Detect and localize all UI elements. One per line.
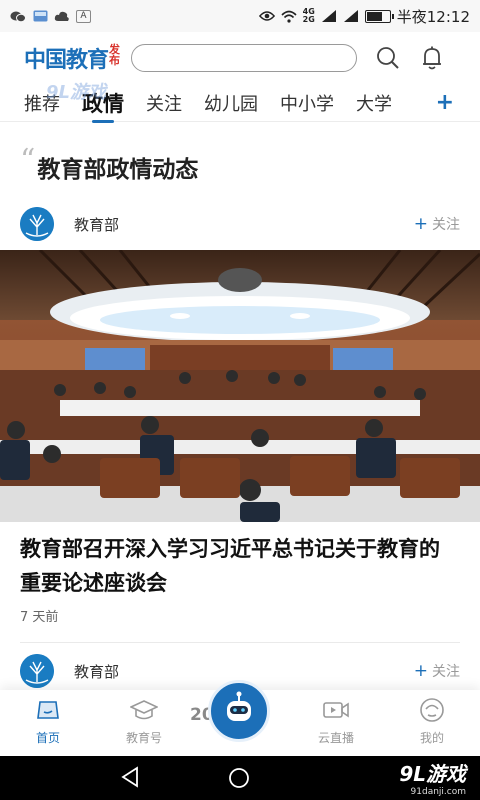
app-screen: A 4G 2G 半夜12:12 中国教育 发布 推荐 政情 关注 幼儿园 中小学…	[0, 0, 480, 800]
logo-sub-text: 发布	[109, 43, 121, 67]
cloud-icon	[54, 10, 70, 22]
video-icon	[322, 697, 350, 723]
nav-label: 我的	[419, 731, 444, 745]
nav-me[interactable]: 我的	[384, 690, 480, 756]
divider	[20, 642, 460, 643]
network-type: 4G 2G	[302, 7, 315, 24]
clock: 半夜12:12	[396, 7, 470, 26]
follow-label: 关注	[432, 217, 460, 233]
battery-icon	[364, 9, 394, 23]
watermark-site: 9L游戏 91danji.com	[399, 762, 466, 797]
nav-edu-accounts[interactable]: 教育号	[96, 690, 192, 756]
avatar[interactable]	[20, 654, 54, 688]
author-row[interactable]: 教育部 + 关注	[20, 206, 460, 242]
robot-icon	[219, 689, 259, 733]
quote-icon: “	[20, 143, 36, 178]
home-icon	[34, 697, 62, 723]
app-header: 中国教育 发布	[0, 32, 480, 84]
wifi-icon	[281, 10, 297, 23]
section-header: “ 教育部政情动态	[20, 143, 199, 184]
notification-badge: A	[76, 9, 91, 23]
wechat-icon	[10, 10, 26, 22]
system-nav-bar: 9L游戏 91danji.com	[0, 756, 480, 800]
nav-home[interactable]: 首页	[0, 690, 96, 756]
tab-following[interactable]: 关注	[146, 90, 182, 116]
plus-icon: +	[413, 661, 428, 681]
nav-label: 教育号	[125, 731, 162, 745]
person-icon	[418, 697, 446, 723]
search-icon[interactable]	[375, 45, 401, 71]
author-name[interactable]: 教育部	[74, 214, 119, 235]
add-tab-icon[interactable]: +	[436, 90, 454, 115]
nav-label: 云直播	[317, 731, 354, 745]
follow-label: 关注	[432, 664, 460, 680]
section-title: 教育部政情动态	[37, 156, 199, 183]
nav-live[interactable]: 云直播	[288, 690, 384, 756]
tab-kindergarten[interactable]: 幼儿园	[204, 90, 258, 116]
avatar[interactable]	[20, 207, 54, 241]
gallery-icon	[32, 10, 48, 22]
article-title[interactable]: 教育部召开深入学习习近平总书记关于教育的重要论述座谈会	[20, 532, 460, 600]
nav-label: 首页	[35, 731, 60, 745]
bell-icon[interactable]	[419, 45, 445, 71]
home-button-icon[interactable]	[228, 767, 250, 789]
status-bar: A 4G 2G 半夜12:12	[0, 0, 480, 32]
article-photo[interactable]	[0, 250, 480, 522]
follow-button[interactable]: + 关注	[414, 661, 460, 681]
back-icon[interactable]	[120, 766, 140, 788]
signal-icon	[321, 10, 337, 22]
robot-assistant-button[interactable]	[208, 680, 270, 742]
author-name[interactable]: 教育部	[74, 661, 119, 682]
tab-university[interactable]: 大学	[356, 90, 392, 116]
app-logo: 中国教育 发布	[24, 42, 121, 74]
graduation-cap-icon	[130, 697, 158, 723]
tab-k12[interactable]: 中小学	[280, 90, 334, 116]
eye-icon	[258, 10, 275, 22]
follow-button[interactable]: + 关注	[414, 214, 460, 234]
watermark-logo: 9L游戏	[46, 82, 106, 103]
search-input[interactable]	[131, 44, 358, 72]
plus-icon: +	[413, 214, 428, 234]
logo-main-text: 中国教育	[24, 48, 109, 73]
signal-icon-2	[343, 10, 359, 22]
article-time: 7 天前	[20, 610, 59, 625]
